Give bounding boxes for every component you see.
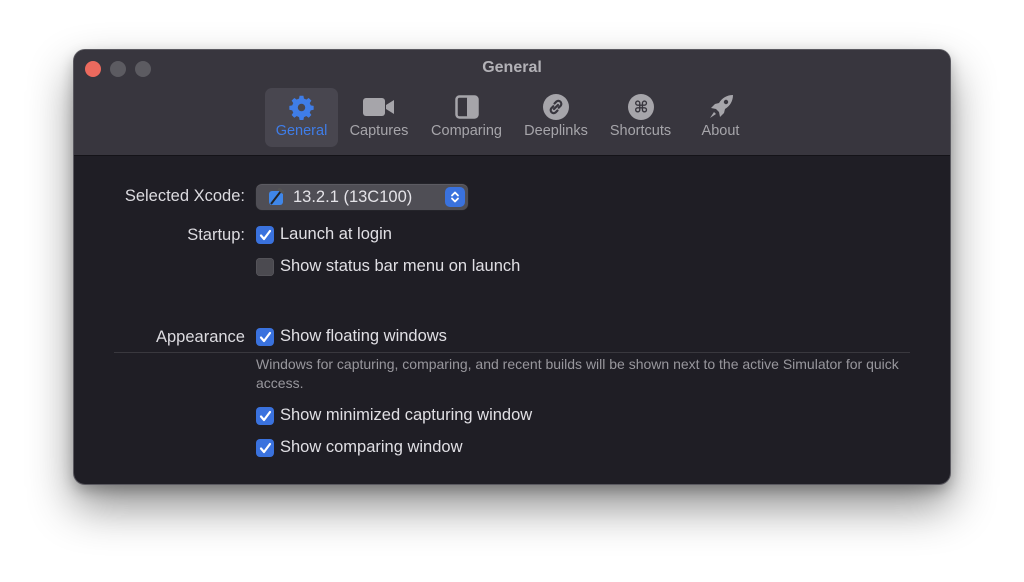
show-minimized-capturing-window-checkbox[interactable] (256, 406, 274, 425)
show-minimized-capturing-window-label: Show minimized capturing window (280, 406, 533, 424)
link-icon (543, 94, 569, 120)
launch-at-login-option[interactable]: Launch at login (256, 225, 392, 244)
appearance-label: Appearance (156, 328, 245, 346)
show-status-bar-menu-option[interactable]: Show status bar menu on launch (256, 257, 520, 276)
show-floating-windows-option[interactable]: Show floating windows (256, 327, 447, 346)
xcode-icon (267, 187, 286, 207)
show-floating-windows-label: Show floating windows (280, 327, 447, 345)
video-camera-icon (362, 94, 396, 120)
floating-windows-help-text: Windows for capturing, comparing, and re… (256, 356, 899, 391)
tab-shortcuts-label: Shortcuts (609, 123, 672, 139)
title-bar: General General Captures Comparing Deepl… (74, 50, 950, 156)
popup-stepper-icon (445, 187, 465, 207)
general-settings-pane: Selected Xcode: 13.2.1 (13C100) Startup:… (74, 156, 950, 484)
split-view-icon (454, 94, 479, 120)
tab-about-label: About (701, 123, 740, 139)
tab-general-label: General (275, 123, 328, 139)
show-comparing-window-option[interactable]: Show comparing window (256, 438, 463, 457)
show-floating-windows-checkbox[interactable] (256, 327, 274, 346)
preferences-toolbar: General Captures Comparing Deeplinks ⌘ S… (265, 88, 759, 147)
show-status-bar-menu-label: Show status bar menu on launch (280, 257, 521, 275)
tab-deeplinks[interactable]: Deeplinks (513, 88, 599, 147)
selected-xcode-label: Selected Xcode: (124, 187, 245, 205)
tab-shortcuts[interactable]: ⌘ Shortcuts (599, 88, 682, 147)
tab-deeplinks-label: Deeplinks (524, 123, 588, 139)
tab-captures[interactable]: Captures (338, 88, 420, 147)
preferences-window: General General Captures Comparing Deepl… (74, 50, 950, 484)
tab-general[interactable]: General (265, 88, 338, 147)
tab-comparing[interactable]: Comparing (420, 88, 513, 147)
launch-at-login-checkbox[interactable] (256, 225, 274, 244)
svg-text:⌘: ⌘ (633, 98, 648, 117)
window-title: General (482, 59, 542, 76)
show-comparing-window-label: Show comparing window (280, 438, 463, 456)
tab-about[interactable]: About (682, 88, 759, 147)
rocket-icon (707, 94, 735, 120)
xcode-version-popup[interactable]: 13.2.1 (13C100) (256, 184, 468, 210)
launch-at-login-label: Launch at login (280, 225, 392, 243)
gear-icon (288, 94, 315, 120)
show-minimized-capturing-window-option[interactable]: Show minimized capturing window (256, 406, 532, 425)
show-status-bar-menu-checkbox[interactable] (256, 257, 274, 276)
xcode-version-value: 13.2.1 (13C100) (293, 187, 413, 206)
show-comparing-window-checkbox[interactable] (256, 438, 274, 457)
tab-comparing-label: Comparing (431, 123, 502, 139)
startup-label: Startup: (187, 226, 245, 244)
section-divider (114, 352, 910, 353)
command-icon: ⌘ (627, 94, 654, 120)
tab-captures-label: Captures (349, 123, 409, 139)
